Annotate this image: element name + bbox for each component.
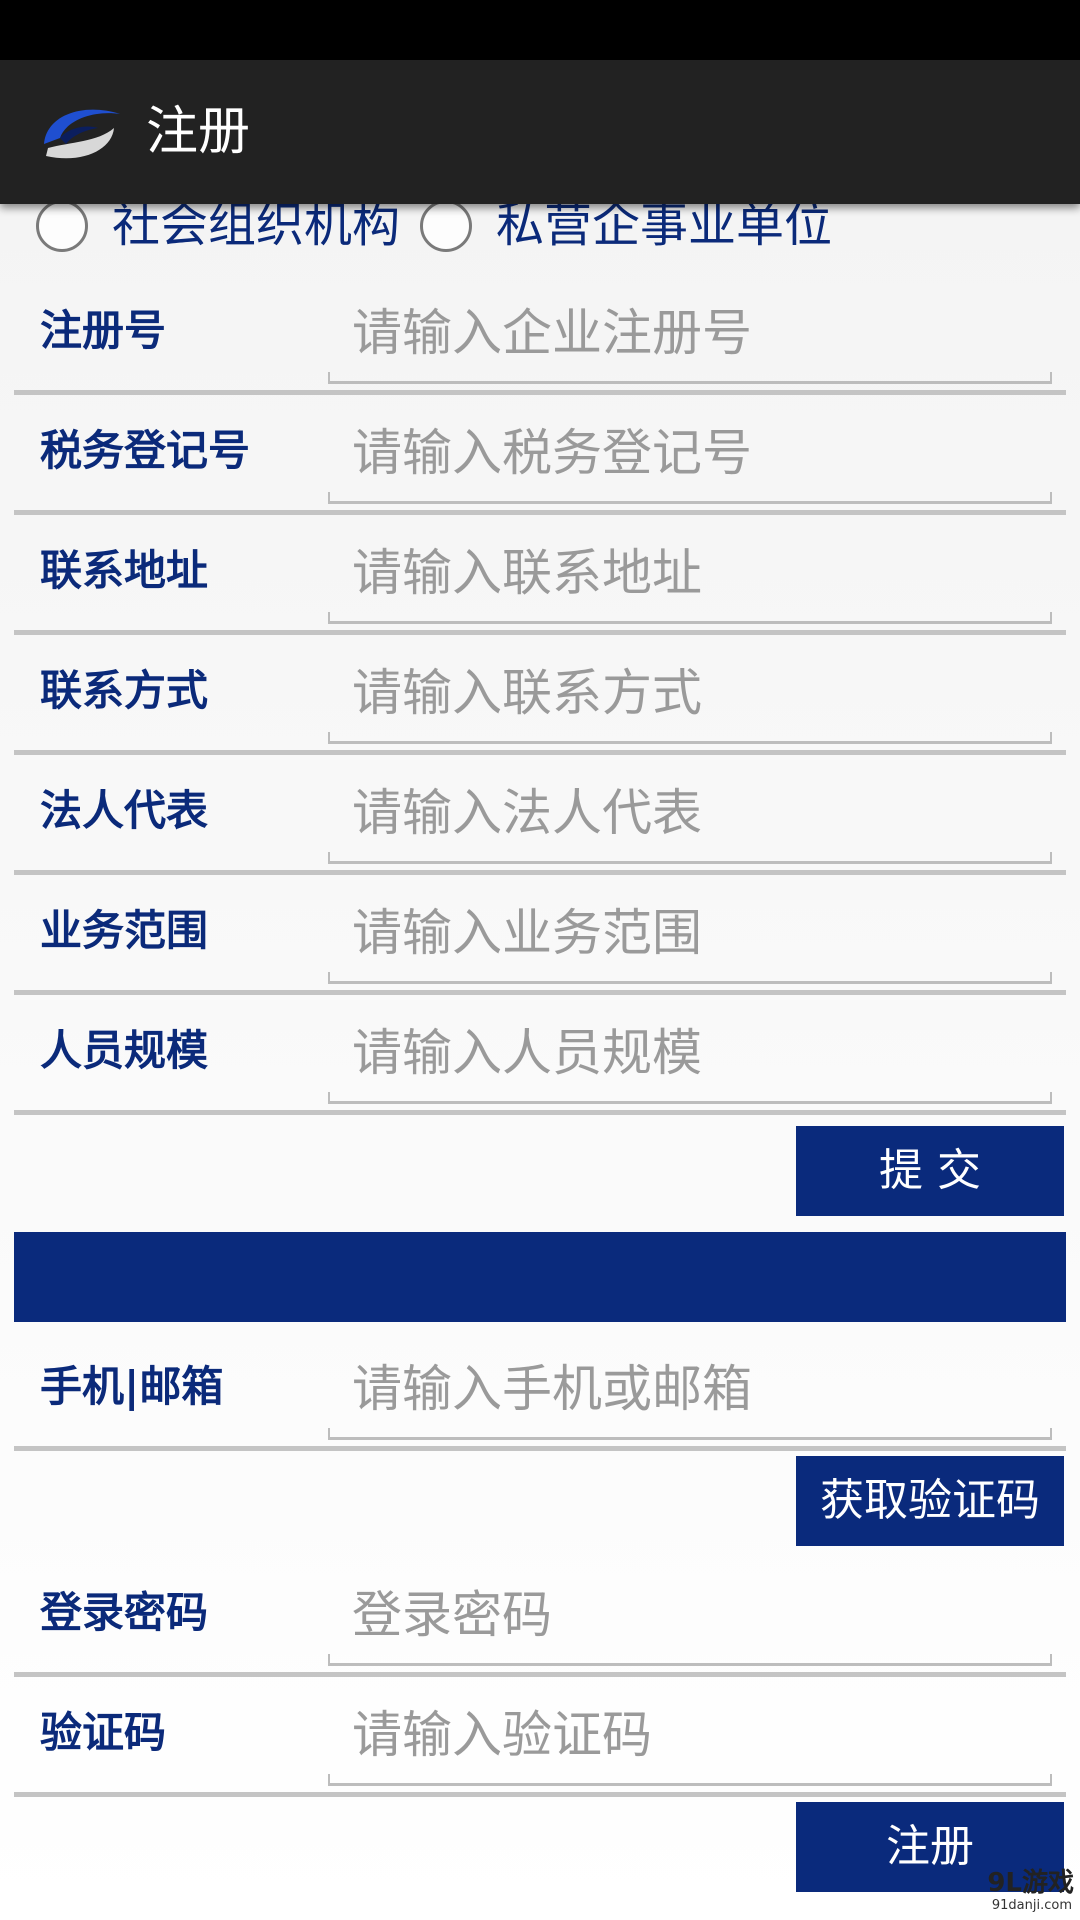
- row-divider: [14, 1672, 1066, 1677]
- row-divider: [14, 630, 1066, 635]
- form-row-phone-email: 手机|邮箱: [0, 1332, 1080, 1452]
- input-underline: [328, 1654, 1052, 1666]
- input-underline: [328, 1092, 1052, 1104]
- form-row-address: 联系地址: [0, 516, 1080, 636]
- input-underline: [328, 372, 1052, 384]
- form-row-verification-code: 验证码: [0, 1678, 1080, 1798]
- input-underline: [328, 612, 1052, 624]
- form-row-registration-number: 注册号: [0, 276, 1080, 396]
- contact-method-input[interactable]: [328, 644, 1052, 742]
- form-row-password: 登录密码: [0, 1558, 1080, 1678]
- form-row-legal-representative: 法人代表: [0, 756, 1080, 876]
- field-label: 业务范围: [40, 906, 209, 955]
- field-label: 法人代表: [40, 786, 209, 835]
- get-verification-code-button[interactable]: 获取验证码: [796, 1456, 1064, 1546]
- input-underline: [328, 1428, 1052, 1440]
- watermark-logo-text: 9L游戏: [987, 1868, 1074, 1898]
- password-input[interactable]: [328, 1566, 1052, 1664]
- radio-private-enterprise[interactable]: [420, 200, 472, 252]
- phone-email-input[interactable]: [328, 1340, 1052, 1438]
- field-label: 联系方式: [40, 666, 209, 715]
- tax-number-input[interactable]: [328, 404, 1052, 502]
- field-label: 联系地址: [40, 546, 209, 595]
- staff-size-input[interactable]: [328, 1004, 1052, 1102]
- field-label: 注册号: [40, 306, 167, 355]
- form-row-business-scope: 业务范围: [0, 876, 1080, 996]
- legal-representative-input[interactable]: [328, 764, 1052, 862]
- section-divider-band: [14, 1232, 1066, 1322]
- radio-social-org[interactable]: [36, 200, 88, 252]
- field-label: 验证码: [40, 1708, 167, 1757]
- status-bar: [0, 0, 1080, 60]
- business-scope-input[interactable]: [328, 884, 1052, 982]
- field-label: 手机|邮箱: [40, 1362, 224, 1411]
- input-underline: [328, 492, 1052, 504]
- field-label: 登录密码: [40, 1588, 209, 1637]
- row-divider: [14, 510, 1066, 515]
- watermark-url: 91danji.com: [991, 1898, 1072, 1913]
- input-underline: [328, 1774, 1052, 1786]
- row-divider: [14, 750, 1066, 755]
- app-logo-icon[interactable]: [36, 98, 128, 166]
- field-label: 人员规模: [40, 1026, 209, 1075]
- row-divider: [14, 1110, 1066, 1115]
- row-divider: [14, 390, 1066, 395]
- site-watermark: 9L游戏 91danji.com: [960, 1868, 1080, 1920]
- action-bar: 注册: [0, 60, 1080, 204]
- registration-number-input[interactable]: [328, 284, 1052, 382]
- input-underline: [328, 972, 1052, 984]
- address-input[interactable]: [328, 524, 1052, 622]
- row-divider: [14, 870, 1066, 875]
- input-underline: [328, 852, 1052, 864]
- submit-button[interactable]: 提 交: [796, 1126, 1064, 1216]
- field-label: 税务登记号: [40, 426, 251, 475]
- verification-code-input[interactable]: [328, 1686, 1052, 1784]
- page-title: 注册: [146, 102, 251, 162]
- input-underline: [328, 732, 1052, 744]
- form-row-staff-size: 人员规模: [0, 996, 1080, 1116]
- row-divider: [14, 990, 1066, 995]
- form-row-contact-method: 联系方式: [0, 636, 1080, 756]
- row-divider: [14, 1792, 1066, 1797]
- form-row-tax-number: 税务登记号: [0, 396, 1080, 516]
- row-divider: [14, 1446, 1066, 1451]
